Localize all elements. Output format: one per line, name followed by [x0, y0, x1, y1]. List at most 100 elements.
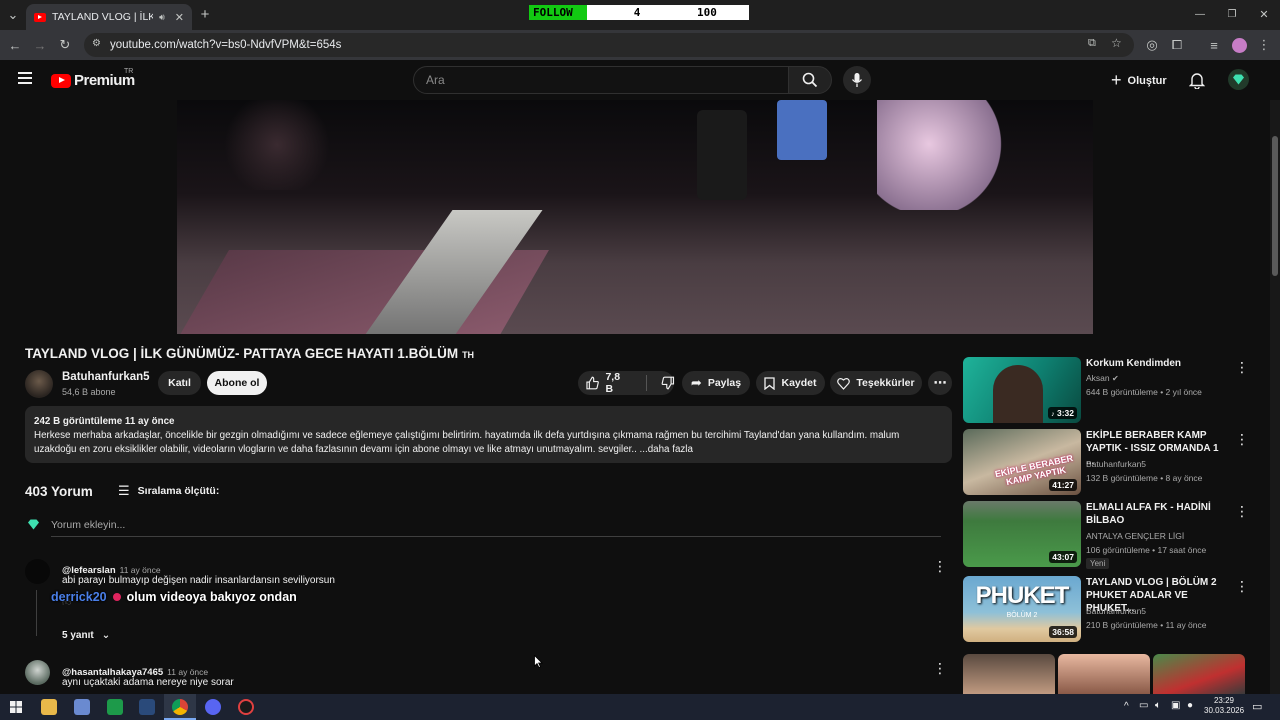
save-button[interactable]: Kaydet — [756, 371, 825, 395]
new-tab-icon[interactable]: + — [198, 6, 212, 23]
related-video[interactable]: EKİPLE BERABER KAMP YAPTIK 41:27 EKİPLE … — [963, 429, 1253, 495]
plus-icon: + — [1111, 70, 1122, 90]
reload-icon[interactable]: ↻ — [58, 37, 72, 52]
chrome-taskbar-active[interactable] — [164, 694, 196, 720]
related-channel: Batuhanfurkan5 — [1086, 606, 1147, 616]
tab-list-chevron-icon[interactable]: ⌄ — [6, 7, 20, 22]
thanks-button[interactable]: Teşekkürler — [830, 371, 922, 395]
excel-icon[interactable] — [107, 699, 123, 715]
video-frame-person — [697, 110, 747, 200]
comment-time[interactable]: 11 ay önce — [167, 667, 208, 677]
join-button[interactable]: Katıl — [158, 371, 201, 395]
cast-icon[interactable]: ⧉ — [1088, 37, 1096, 50]
page-scrollbar[interactable] — [1270, 100, 1280, 694]
clock-time: 23:29 — [1213, 696, 1235, 705]
system-clock[interactable]: 23:29 30.03.2026 — [1204, 696, 1244, 716]
scrollbar-thumb[interactable] — [1272, 136, 1278, 276]
subscribe-button[interactable]: Abone ol — [207, 371, 267, 395]
restore-icon[interactable]: ❐ — [1225, 7, 1239, 21]
comment-menu-icon[interactable]: ⋮ — [933, 660, 947, 677]
comment-avatar[interactable] — [25, 559, 50, 584]
short-thumbnail[interactable] — [1153, 654, 1245, 694]
description-box[interactable]: 242 B görüntüleme 11 ay önce Herkese mer… — [25, 406, 952, 463]
microphone-tray-icon[interactable]: ● — [1187, 700, 1193, 711]
site-info-icon[interactable]: ⚙ — [92, 38, 101, 49]
recording-app-icon[interactable] — [238, 699, 254, 715]
tab-close-icon[interactable]: ✕ — [175, 11, 184, 24]
account-avatar[interactable] — [1228, 69, 1249, 90]
create-button[interactable]: + Oluştur — [1111, 70, 1167, 91]
comment-time[interactable]: 11 ay önce — [120, 565, 161, 575]
youtube-logo-icon — [51, 73, 71, 88]
steam-icon[interactable] — [139, 699, 155, 715]
address-toolbar: ← → ↻ ⚙ youtube.com/watch?v=bs0-NdvfVPM&… — [0, 30, 1280, 60]
related-thumbnail[interactable]: ♪ 3:32 — [963, 357, 1081, 423]
search-input[interactable]: Ara — [413, 66, 789, 94]
related-menu-icon[interactable]: ⋮ — [1235, 578, 1249, 595]
discord-icon[interactable] — [205, 699, 221, 715]
short-thumbnail[interactable] — [1058, 654, 1150, 694]
file-explorer-icon[interactable] — [41, 699, 57, 715]
search-button[interactable] — [788, 66, 832, 94]
url-bar[interactable]: ⚙ youtube.com/watch?v=bs0-NdvfVPM&t=654s… — [84, 33, 1134, 57]
network-icon[interactable]: ▭ — [1139, 700, 1148, 711]
windows-start-icon[interactable] — [10, 701, 22, 713]
profile-avatar[interactable] — [1232, 38, 1247, 53]
calculator-icon[interactable] — [74, 699, 90, 715]
super-thanks-icon — [837, 377, 851, 390]
voice-search-button[interactable] — [843, 66, 871, 94]
minimize-icon[interactable]: — — [1193, 7, 1207, 21]
related-video[interactable]: PHUKET BÖLÜM 2 36:58 TAYLAND VLOG | BÖLÜ… — [963, 576, 1253, 642]
related-thumbnail[interactable]: EKİPLE BERABER KAMP YAPTIK 41:27 — [963, 429, 1081, 495]
display-icon[interactable]: ▣ — [1171, 700, 1180, 711]
follow-label: FOLLOW — [529, 5, 587, 20]
video-player[interactable] — [177, 100, 1093, 334]
add-comment-input[interactable]: Yorum ekleyin... — [51, 519, 941, 537]
comment-menu-icon[interactable]: ⋮ — [933, 558, 947, 575]
share-button[interactable]: ➦ Paylaş — [682, 371, 750, 395]
extension-icon[interactable]: ◎ — [1145, 37, 1159, 52]
related-video[interactable]: ♪ 3:32 Korkum Kendimden Aksan ✔ 644 B gö… — [963, 357, 1253, 423]
volume-icon[interactable]: 🔈︎ — [1155, 700, 1161, 711]
short-thumbnail[interactable] — [963, 654, 1055, 694]
like-count[interactable]: 7,8 B — [605, 371, 629, 395]
browser-menu-icon[interactable]: ⋮ — [1258, 37, 1271, 52]
related-channel: Batuhanfurkan5 — [1086, 459, 1147, 469]
add-comment-placeholder: Yorum ekleyin... — [51, 519, 126, 531]
browser-tab-active[interactable]: TAYLAND VLOG | İLK GÜNÜMÜ 🔊︎ ✕ — [26, 4, 192, 30]
notifications-bell-icon[interactable] — [1189, 72, 1205, 89]
sort-button[interactable]: ☰ Sıralama ölçütü: — [118, 483, 219, 499]
related-thumbnail[interactable]: PHUKET BÖLÜM 2 36:58 — [963, 576, 1081, 642]
hamburger-menu-icon[interactable] — [18, 72, 32, 84]
like-icon[interactable] — [586, 376, 599, 390]
tray-chevron-icon[interactable]: ^ — [1124, 701, 1129, 712]
reading-list-icon[interactable]: ≡ — [1207, 38, 1221, 53]
create-label: Oluştur — [1127, 74, 1167, 87]
bookmark-star-icon[interactable]: ☆ — [1111, 36, 1122, 50]
dislike-icon[interactable] — [661, 376, 674, 390]
related-menu-icon[interactable]: ⋮ — [1235, 503, 1249, 520]
youtube-premium-logo[interactable]: Premium TR — [51, 68, 135, 89]
related-menu-icon[interactable]: ⋮ — [1235, 431, 1249, 448]
video-duration: 43:07 — [1049, 551, 1077, 563]
related-video[interactable]: 43:07 ELMALI ALFA FK - HADİNİ BİLBAO ANT… — [963, 501, 1253, 569]
microphone-icon — [851, 73, 863, 87]
window-close-icon[interactable]: ✕ — [1257, 7, 1271, 21]
speaker-icon[interactable]: 🔊︎ — [159, 12, 165, 23]
replies-toggle[interactable]: 5 yanıt ⌄ — [62, 630, 110, 641]
forward-icon[interactable]: → — [33, 38, 47, 53]
thumbnail-figure — [993, 365, 1043, 423]
related-menu-icon[interactable]: ⋮ — [1235, 359, 1249, 376]
notification-center-icon[interactable]: ▭ — [1252, 700, 1262, 713]
video-duration: ♪ 3:32 — [1048, 407, 1077, 419]
replies-count: 5 yanıt — [62, 630, 94, 641]
comment-text: aynı uçaktaki adama nereye niye sorar — [62, 677, 234, 688]
related-channel: ANTALYA GENÇLER LİGİ — [1086, 531, 1185, 541]
channel-avatar[interactable] — [25, 370, 53, 398]
comment-avatar[interactable] — [25, 660, 50, 685]
channel-name[interactable]: Batuhanfurkan5 — [62, 371, 150, 383]
more-actions-button[interactable]: ⋯ — [928, 371, 952, 395]
back-icon[interactable]: ← — [8, 38, 22, 53]
extensions-puzzle-icon[interactable]: ⧠ — [1170, 37, 1184, 52]
related-thumbnail[interactable]: 43:07 — [963, 501, 1081, 567]
